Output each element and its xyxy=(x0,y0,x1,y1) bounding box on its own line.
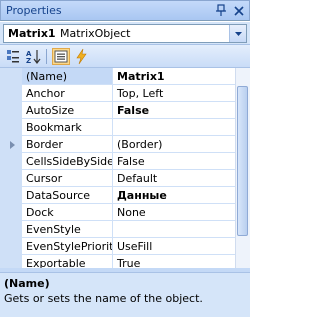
window-title: Properties xyxy=(6,4,62,17)
lightning-icon xyxy=(76,48,87,65)
property-value[interactable]: Top, Left xyxy=(113,85,235,102)
property-name[interactable]: EvenStyle xyxy=(22,221,113,238)
help-title: (Name) xyxy=(4,277,50,290)
property-row[interactable]: Dock None xyxy=(0,204,235,221)
combo-dropdown-button[interactable] xyxy=(229,25,246,42)
property-name[interactable]: Bookmark xyxy=(22,119,113,136)
toolbar-separator xyxy=(46,49,47,64)
property-value[interactable]: False xyxy=(113,102,235,119)
property-value[interactable] xyxy=(113,119,235,136)
property-value[interactable]: (Border) xyxy=(113,136,235,153)
property-row[interactable]: CellsSideBySide False xyxy=(0,153,235,170)
property-value[interactable]: True xyxy=(113,255,235,268)
chevron-down-icon xyxy=(235,32,242,36)
property-row[interactable]: Exportable True xyxy=(0,255,235,268)
property-name[interactable]: (Name) xyxy=(22,68,113,85)
alphabetical-icon: A Z xyxy=(26,50,41,65)
property-value[interactable]: False xyxy=(113,153,235,170)
property-row[interactable]: Border (Border) xyxy=(0,136,235,153)
svg-text:Z: Z xyxy=(26,57,31,65)
categorized-button[interactable] xyxy=(4,48,22,65)
properties-button[interactable] xyxy=(52,48,70,65)
property-name[interactable]: Anchor xyxy=(22,85,113,102)
scrollbar-thumb[interactable] xyxy=(237,86,248,236)
property-name[interactable]: Border xyxy=(22,136,113,153)
property-value[interactable]: Default xyxy=(113,170,235,187)
property-name[interactable]: DataSource xyxy=(22,187,113,204)
object-combo[interactable]: Matrix1 MatrixObject xyxy=(3,24,247,43)
properties-icon xyxy=(54,50,68,63)
property-row[interactable]: (Name) Matrix1 xyxy=(0,68,235,85)
property-name[interactable]: AutoSize xyxy=(22,102,113,119)
property-name[interactable]: Cursor xyxy=(22,170,113,187)
property-row[interactable]: DataSource Данные xyxy=(0,187,235,204)
object-selector-bar: Matrix1 MatrixObject xyxy=(0,22,250,45)
help-panel: (Name) Gets or sets the name of the obje… xyxy=(0,272,250,317)
property-name[interactable]: Dock xyxy=(22,204,113,221)
categorized-icon xyxy=(7,50,19,63)
pin-icon[interactable] xyxy=(215,4,227,17)
object-name: Matrix1 xyxy=(8,27,56,40)
property-row[interactable]: Bookmark xyxy=(0,119,235,136)
help-description: Gets or sets the name of the object. xyxy=(4,292,203,305)
property-value[interactable]: None xyxy=(113,204,235,221)
property-value[interactable] xyxy=(113,221,235,238)
property-row[interactable]: Cursor Default xyxy=(0,170,235,187)
property-value[interactable]: UseFill xyxy=(113,238,235,255)
object-type: MatrixObject xyxy=(60,27,131,40)
property-value[interactable]: Matrix1 xyxy=(113,68,235,85)
property-name[interactable]: EvenStylePriority xyxy=(22,238,113,255)
properties-title-bar: Properties xyxy=(0,0,250,21)
property-name[interactable]: CellsSideBySide xyxy=(22,153,113,170)
close-icon[interactable] xyxy=(233,4,245,17)
events-button[interactable] xyxy=(73,48,91,65)
property-value[interactable]: Данные xyxy=(113,187,235,204)
property-toolbar: A Z xyxy=(0,45,250,68)
property-name[interactable]: Exportable xyxy=(22,255,113,268)
property-row[interactable]: EvenStylePriority UseFill xyxy=(0,238,235,255)
property-row[interactable]: Anchor Top, Left xyxy=(0,85,235,102)
property-grid[interactable]: (Name) Matrix1 Anchor Top, Left AutoSize Fals… xyxy=(0,68,250,268)
property-row[interactable]: EvenStyle xyxy=(0,221,235,238)
expand-arrow-icon[interactable] xyxy=(10,141,15,149)
property-row[interactable]: AutoSize False xyxy=(0,102,235,119)
alphabetical-button[interactable]: A Z xyxy=(24,48,42,65)
